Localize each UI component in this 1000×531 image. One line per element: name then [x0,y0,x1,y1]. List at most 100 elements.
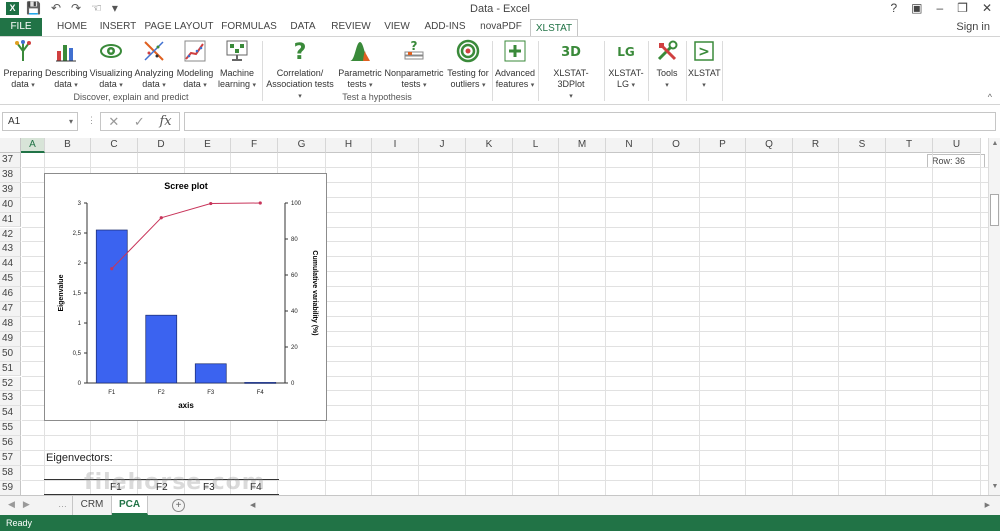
column-header[interactable]: P [700,138,746,153]
vertical-scrollbar[interactable]: ▲ ▼ [988,138,1000,495]
tab-formulas[interactable]: FORMULAS [220,18,278,36]
horizontal-scrollbar[interactable]: ◀ ▶ [250,501,990,511]
row-header[interactable]: 56 [0,436,21,451]
column-header[interactable]: D [138,138,185,153]
scroll-thumb[interactable] [990,194,999,226]
more-sheets-icon[interactable]: … [58,499,67,509]
column-header[interactable]: I [372,138,419,153]
tab-home[interactable]: HOME [48,18,96,36]
xlstat-lg-button[interactable]: LG XLSTAT- LG ▾ [606,39,646,91]
column-header[interactable]: J [419,138,466,153]
collapse-ribbon-icon[interactable]: ^ [988,92,992,102]
xlstat-menu-button[interactable]: > XLSTAT ▾ [688,39,721,91]
row-header[interactable]: 38 [0,167,21,183]
row-header[interactable]: 55 [0,421,21,437]
analyzing-data-button[interactable]: Analyzing data ▾ [134,39,174,91]
column-header[interactable]: C [91,138,138,153]
sign-in-link[interactable]: Sign in [956,21,990,33]
column-header[interactable]: E [185,138,231,153]
tab-xlstat[interactable]: XLSTAT [530,19,578,37]
row-header[interactable]: 47 [0,302,21,317]
gridline [371,153,372,495]
column-header[interactable]: T [886,138,933,153]
column-header[interactable]: Q [746,138,793,153]
cancel-icon[interactable]: ✕ [108,114,119,130]
scroll-up-icon[interactable]: ▲ [990,140,1000,150]
formula-input[interactable] [184,112,996,131]
row-header[interactable]: 49 [0,331,21,347]
tab-data[interactable]: DATA [285,18,321,36]
column-header[interactable]: A [21,138,45,153]
column-header[interactable]: O [653,138,700,153]
minimize-icon[interactable]: – [936,1,943,15]
select-all-corner[interactable] [0,138,21,153]
spreadsheet-grid[interactable]: Row: 36 Scree plot 0 0,5 1 1,5 2 2,5 3 0 20 40 60 80… [0,138,988,495]
scree-plot-chart[interactable]: Scree plot 0 0,5 1 1,5 2 2,5 3 0 20 40 60 80 100 F1 F2 F… [44,173,327,421]
machine-learning-button[interactable]: Machine learning ▾ [217,39,257,91]
visualizing-data-button[interactable]: Visualizing data ▾ [89,39,133,91]
column-header[interactable]: B [45,138,91,153]
chevron-down-icon[interactable]: ▾ [69,113,73,130]
sheet-tab-pca[interactable]: PCA [112,496,148,515]
tab-page-layout[interactable]: PAGE LAYOUT [144,18,214,36]
ribbon-display-icon[interactable]: ▣ [911,1,922,15]
row-header[interactable]: 52 [0,376,21,392]
name-box[interactable]: A1 ▾ [2,112,78,131]
preparing-data-button[interactable]: Preparing data ▾ [3,39,43,91]
tab-novapdf[interactable]: novaPDF [476,18,526,36]
modeling-data-button[interactable]: Modeling data ▾ [175,39,215,91]
column-header[interactable]: R [793,138,839,153]
xlstat-3dplot-button[interactable]: 3D XLSTAT-3DPlot ▾ [540,39,602,102]
row-header[interactable]: 45 [0,272,21,288]
row-header[interactable]: 46 [0,287,21,302]
enter-icon[interactable]: ✓ [134,114,145,130]
row-header[interactable]: 40 [0,197,21,213]
row-header[interactable]: 54 [0,406,21,422]
row-header[interactable]: 37 [0,153,21,168]
add-sheet-icon[interactable]: + [172,499,185,512]
row-header[interactable]: 48 [0,316,21,332]
restore-icon[interactable]: ❐ [957,1,968,15]
close-icon[interactable]: ✕ [982,1,992,15]
column-header[interactable]: H [326,138,372,153]
column-header[interactable]: K [466,138,513,153]
row-header[interactable]: 57 [0,451,21,466]
column-header[interactable]: G [278,138,326,153]
tab-insert[interactable]: INSERT [97,18,139,36]
gridline [605,153,606,495]
tab-view[interactable]: VIEW [380,18,414,36]
row-header[interactable]: 59 [0,480,21,495]
y-tick-label: 2 [78,261,82,267]
column-header[interactable]: N [606,138,653,153]
row-header[interactable]: 51 [0,361,21,377]
row-header[interactable]: 43 [0,242,21,258]
row-header[interactable]: 42 [0,227,21,243]
sheet-nav-arrows[interactable]: ◀▶ [8,499,38,510]
nonparametric-tests-button[interactable]: ? Nonparametric tests ▾ [384,39,444,91]
row-header[interactable]: 53 [0,391,21,407]
sheet-tab-crm[interactable]: CRM [72,496,112,515]
parametric-tests-button[interactable]: Parametric tests ▾ [338,39,382,91]
column-header[interactable]: M [559,138,606,153]
advanced-features-button[interactable]: Advanced features ▾ [494,39,536,91]
insert-function-icon[interactable]: fx [159,114,171,129]
row-header[interactable]: 50 [0,346,21,362]
scroll-left-icon[interactable]: ◀ [250,501,255,509]
tab-file[interactable]: FILE [0,18,42,36]
column-header[interactable]: F [231,138,278,153]
row-header[interactable]: 44 [0,257,21,273]
column-header[interactable]: L [513,138,559,153]
describing-data-button[interactable]: Describing data ▾ [45,39,88,91]
column-header[interactable]: S [839,138,886,153]
scroll-right-icon[interactable]: ▶ [985,501,990,509]
tab-add-ins[interactable]: ADD-INS [421,18,469,36]
column-header[interactable]: U [933,138,981,153]
row-header[interactable]: 39 [0,182,21,198]
tab-review[interactable]: REVIEW [328,18,374,36]
testing-outliers-button[interactable]: Testing for outliers ▾ [446,39,490,91]
help-icon[interactable]: ? [890,1,897,15]
scroll-down-icon[interactable]: ▼ [990,483,1000,493]
row-header[interactable]: 41 [0,212,21,228]
tools-button[interactable]: Tools ▾ [650,39,684,91]
row-header[interactable]: 58 [0,465,21,481]
